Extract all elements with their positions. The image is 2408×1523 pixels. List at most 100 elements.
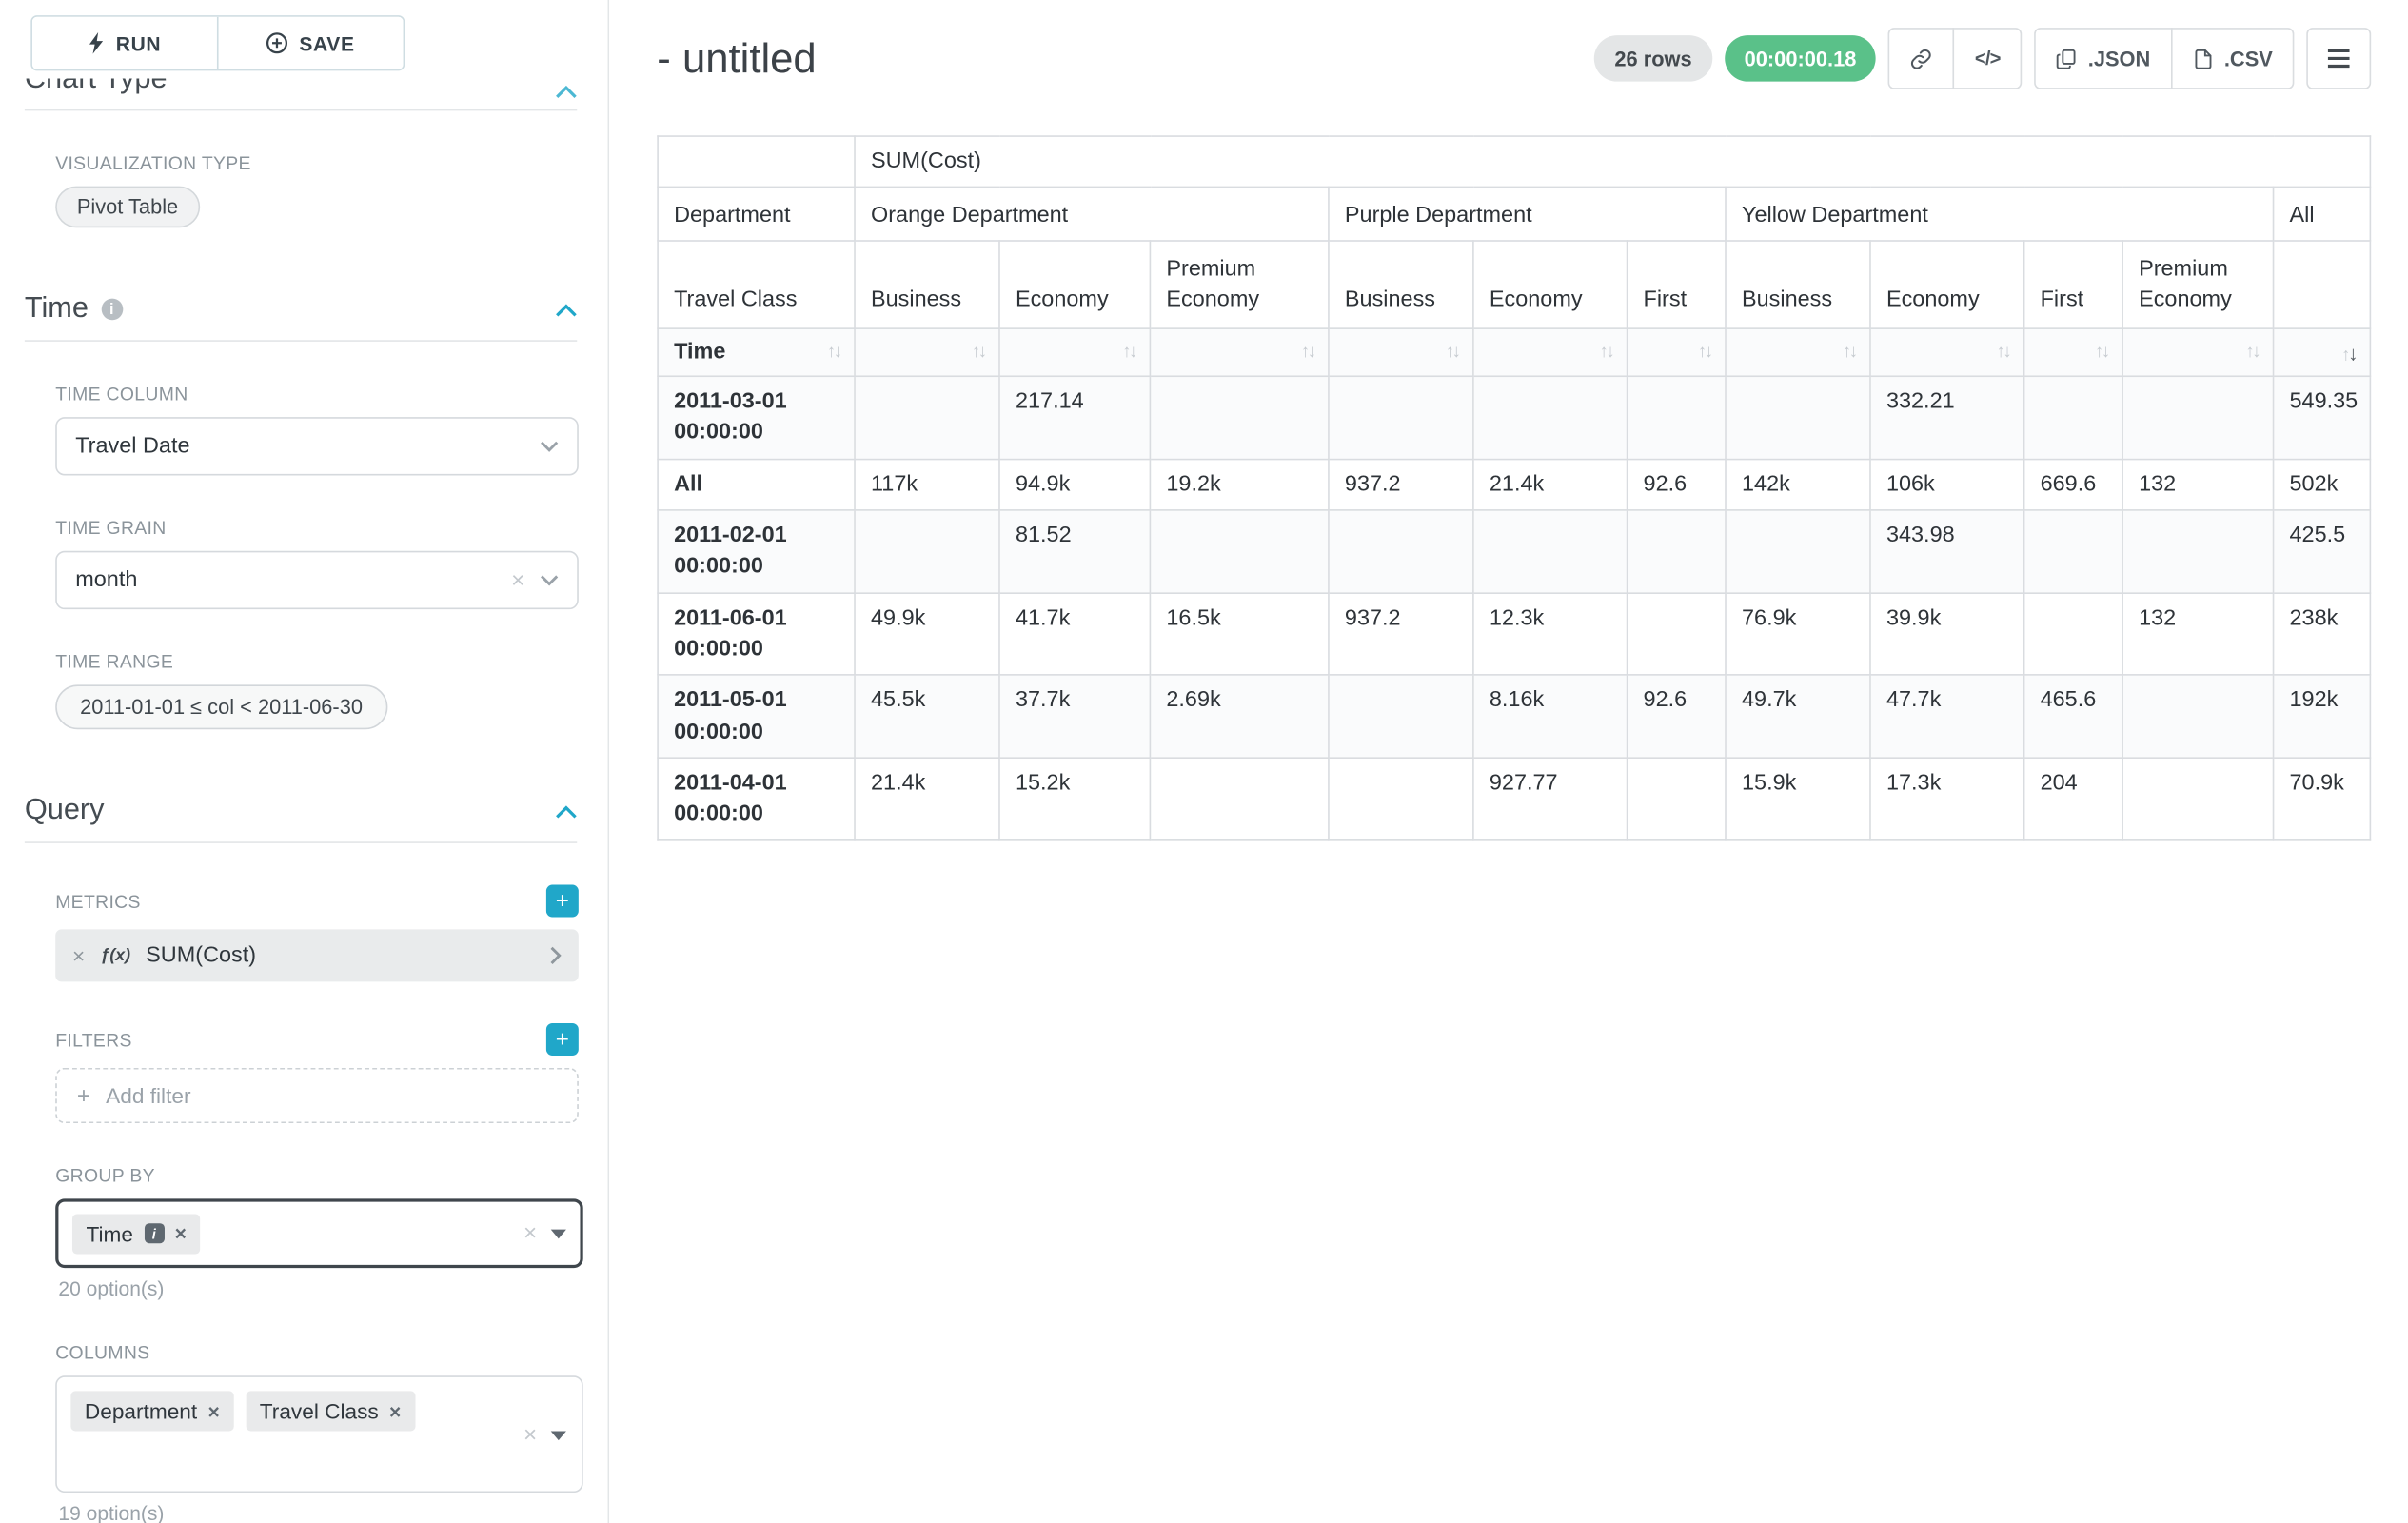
download-json-button[interactable]: .JSON (2034, 28, 2172, 89)
chart-header-actions: 26 rows 00:00:00.18 </> .JSON (1594, 28, 2371, 89)
visualization-type-value[interactable]: Pivot Table (55, 187, 200, 228)
sort-header[interactable]: Time↑↓ (658, 328, 855, 376)
sort-cell: ↑↓ (1345, 337, 1459, 367)
query-section-heading: Query (25, 794, 105, 828)
group-by-select[interactable]: Time i × × (55, 1198, 582, 1268)
menu-button[interactable] (2306, 28, 2371, 89)
sort-down-arrow: ↓ (2102, 344, 2108, 362)
chevron-right-icon[interactable] (549, 946, 562, 964)
sort-header[interactable]: ↑↓ (1329, 328, 1473, 376)
add-metric-button[interactable]: + (546, 885, 579, 918)
sort-header[interactable]: ↑↓ (1726, 328, 1870, 376)
time-range-value[interactable]: 2011-01-01 ≤ col < 2011-06-30 (55, 684, 387, 729)
columns-tag[interactable]: Department × (70, 1391, 233, 1431)
caret-down-icon[interactable] (551, 1229, 566, 1238)
pivot-table-container: SUM(Cost)DepartmentOrange DepartmentPurp… (657, 135, 2371, 841)
sort-icon[interactable]: ↑↓ (1599, 344, 1612, 362)
data-cell (1628, 510, 1726, 593)
chevron-down-icon (540, 440, 558, 452)
info-icon: i (101, 299, 123, 321)
sort-header[interactable]: ↑↓ (2274, 328, 2371, 376)
time-grain-select[interactable]: month × (55, 551, 579, 609)
sort-icon[interactable]: ↑↓ (827, 344, 840, 362)
caret-down-icon[interactable] (551, 1431, 566, 1440)
columns-tag[interactable]: Travel Class × (246, 1391, 415, 1431)
chevron-up-icon[interactable] (556, 303, 578, 317)
sort-icon[interactable]: ↑↓ (972, 344, 985, 362)
sort-header[interactable]: ↑↓ (855, 328, 999, 376)
remove-tag-icon[interactable]: × (207, 1399, 219, 1422)
time-section-header[interactable]: Time i (25, 292, 577, 342)
sort-cell: ↑↓ (1644, 337, 1711, 367)
sort-down-arrow: ↓ (2003, 344, 2009, 362)
sort-icon[interactable]: ↑↓ (2095, 344, 2108, 362)
sort-icon[interactable]: ↑↓ (1122, 344, 1135, 362)
sort-icon[interactable]: ↑↓ (2245, 344, 2259, 362)
metric-item[interactable]: × ƒ(x) SUM(Cost) (55, 929, 579, 981)
sort-header[interactable]: ↑↓ (1150, 328, 1329, 376)
data-cell: 927.77 (1473, 758, 1628, 841)
data-cell: 49.7k (1726, 675, 1870, 758)
sort-icon[interactable]: ↑↓ (1997, 344, 2010, 362)
chevron-up-icon[interactable] (556, 78, 578, 98)
data-cell (2122, 510, 2273, 593)
data-cell: 19.2k (1150, 459, 1329, 510)
travel-class-header: Business (1726, 241, 1870, 328)
remove-metric-icon[interactable]: × (72, 943, 85, 968)
travel-class-header: Economy (999, 241, 1150, 328)
chevron-up-icon[interactable] (556, 804, 578, 819)
sort-header[interactable]: ↑↓ (1628, 328, 1726, 376)
sort-header[interactable]: ↑↓ (2024, 328, 2122, 376)
clear-all-icon[interactable]: × (523, 1222, 537, 1245)
data-cell: 343.98 (1870, 510, 2024, 593)
data-cell: 132 (2122, 593, 2273, 676)
group-by-tag[interactable]: Time i × (72, 1214, 200, 1254)
data-cell: 937.2 (1329, 459, 1473, 510)
sort-cell: ↑↓ (1166, 337, 1313, 367)
data-cell (1628, 758, 1726, 841)
remove-tag-icon[interactable]: × (175, 1222, 187, 1245)
hamburger-icon (2326, 48, 2351, 69)
data-cell: 937.2 (1329, 593, 1473, 676)
row-header: 2011-03-01 00:00:00 (658, 376, 855, 459)
data-cell (1329, 510, 1473, 593)
sort-icon[interactable]: ↑↓ (1446, 344, 1459, 362)
sort-descending-icon[interactable]: ↑↓ (2341, 341, 2356, 364)
data-cell (2122, 675, 2273, 758)
sort-down-arrow: ↓ (1849, 344, 1856, 362)
sort-cell: ↑↓ (2139, 337, 2259, 367)
chart-title[interactable]: - untitled (657, 34, 816, 82)
sort-icon[interactable]: ↑↓ (1843, 344, 1856, 362)
sort-icon[interactable]: ↑↓ (1698, 344, 1711, 362)
sort-header[interactable]: ↑↓ (1473, 328, 1628, 376)
sort-up-arrow: ↑ (1122, 344, 1129, 362)
sort-up-arrow: ↑ (1997, 344, 2003, 362)
metrics-label: METRICS (55, 890, 141, 912)
remove-tag-icon[interactable]: × (389, 1399, 401, 1422)
copy-link-button[interactable] (1888, 28, 1955, 89)
explore-view: RUN SAVE Chart Type VISUALIZATION TYPE P… (0, 0, 2408, 1523)
run-button[interactable]: RUN (32, 17, 217, 69)
group-by-options-hint: 20 option(s) (58, 1277, 577, 1300)
add-filter-button[interactable]: + Add filter (55, 1068, 579, 1123)
clear-icon[interactable]: × (511, 568, 524, 591)
sort-down-arrow: ↓ (2252, 344, 2259, 362)
sort-icon[interactable]: ↑↓ (1301, 344, 1314, 362)
download-csv-button[interactable]: .CSV (2170, 28, 2294, 89)
data-cell (1473, 376, 1628, 459)
query-section-header[interactable]: Query (25, 794, 577, 843)
add-filter-plus-button[interactable]: + (546, 1023, 579, 1056)
embed-code-button[interactable]: </> (1953, 28, 2022, 89)
sort-cell: ↑↓ (2290, 337, 2357, 367)
add-filter-label: Add filter (106, 1083, 190, 1108)
chart-panel: - untitled 26 rows 00:00:00.18 </> .JSON (609, 0, 2408, 1523)
metric-value: SUM(Cost) (146, 943, 256, 968)
sort-header[interactable]: ↑↓ (999, 328, 1150, 376)
data-cell (1150, 510, 1329, 593)
time-column-select[interactable]: Travel Date (55, 417, 579, 475)
save-button[interactable]: SAVE (217, 17, 404, 69)
clear-all-icon[interactable]: × (523, 1423, 537, 1446)
sort-header[interactable]: ↑↓ (2122, 328, 2273, 376)
columns-select[interactable]: Department × Travel Class × × (55, 1375, 582, 1493)
sort-header[interactable]: ↑↓ (1870, 328, 2024, 376)
